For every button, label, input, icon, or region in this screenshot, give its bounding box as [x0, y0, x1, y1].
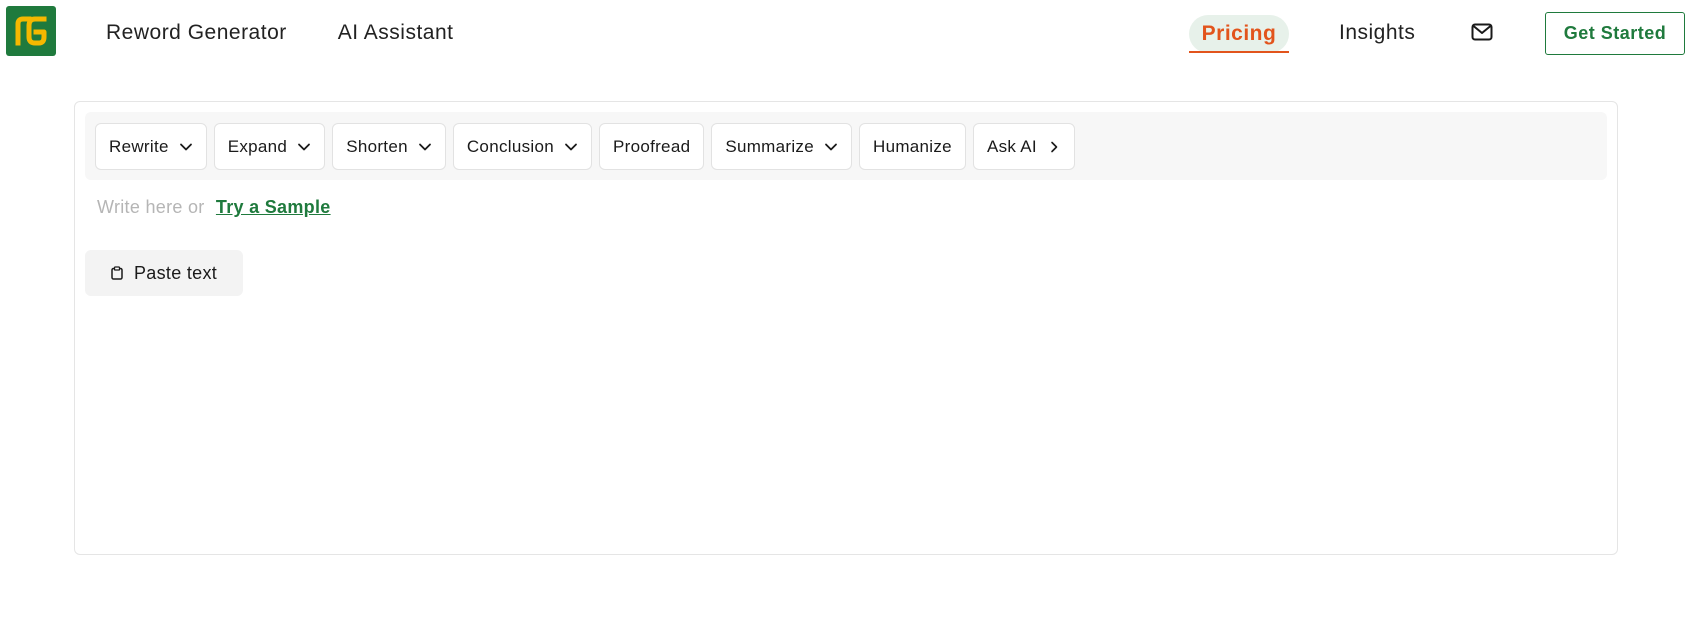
try-sample-link[interactable]: Try a Sample	[216, 197, 331, 217]
editor-input-area[interactable]: Write here or Try a Sample	[97, 195, 331, 219]
tool-label: Proofread	[612, 136, 691, 156]
paste-label: Paste text	[134, 262, 218, 283]
get-started-button[interactable]: Get Started	[1545, 12, 1685, 55]
tool-label: Shorten	[346, 136, 408, 156]
editor-placeholder: Write here or	[97, 197, 205, 217]
chevron-right-icon	[1047, 140, 1061, 154]
nav-reword-generator[interactable]: Reword Generator	[106, 20, 287, 46]
brand-logo[interactable]	[6, 6, 56, 56]
tool-label: Summarize	[725, 136, 814, 156]
tool-label: Humanize	[873, 136, 952, 156]
chevron-down-icon	[179, 140, 193, 154]
primary-nav: Reword Generator AI Assistant	[106, 20, 453, 46]
nav-pricing[interactable]: Pricing	[1189, 15, 1289, 53]
clipboard-icon	[110, 266, 124, 280]
chevron-down-icon	[418, 140, 432, 154]
humanize-button[interactable]: Humanize	[859, 123, 966, 170]
nav-insights[interactable]: Insights	[1339, 20, 1415, 46]
ask-ai-button[interactable]: Ask AI	[972, 123, 1075, 170]
tool-label: Expand	[227, 136, 288, 156]
tool-label: Conclusion	[466, 136, 554, 156]
shorten-dropdown[interactable]: Shorten	[332, 123, 446, 170]
editor-card: Rewrite Expand Shorten Conclusion Proofr…	[74, 101, 1618, 555]
top-navigation: Reword Generator AI Assistant Pricing In…	[0, 0, 1688, 66]
reword-generator-logo-icon	[15, 16, 47, 46]
chevron-down-icon	[297, 140, 311, 154]
mail-icon[interactable]	[1471, 23, 1493, 41]
summarize-dropdown[interactable]: Summarize	[711, 123, 852, 170]
active-nav-underline	[1189, 51, 1289, 53]
chevron-down-icon	[564, 140, 578, 154]
rewrite-dropdown[interactable]: Rewrite	[95, 123, 207, 170]
nav-ai-assistant[interactable]: AI Assistant	[338, 20, 454, 46]
tool-label: Rewrite	[109, 136, 169, 156]
conclusion-dropdown[interactable]: Conclusion	[452, 123, 592, 170]
expand-dropdown[interactable]: Expand	[213, 123, 326, 170]
tool-label: Ask AI	[986, 136, 1037, 156]
chevron-down-icon	[824, 140, 838, 154]
proofread-button[interactable]: Proofread	[598, 123, 705, 170]
paste-text-button[interactable]: Paste text	[85, 250, 243, 296]
tool-bar: Rewrite Expand Shorten Conclusion Proofr…	[85, 112, 1607, 180]
